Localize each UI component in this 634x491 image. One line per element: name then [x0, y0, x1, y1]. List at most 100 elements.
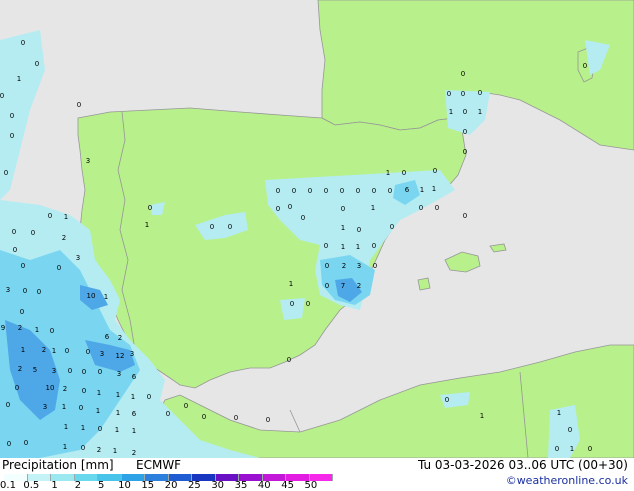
- svg-text:1: 1: [570, 445, 574, 453]
- svg-text:2: 2: [18, 324, 22, 332]
- svg-text:6: 6: [132, 373, 137, 381]
- svg-text:1: 1: [132, 427, 136, 435]
- svg-text:0: 0: [82, 387, 86, 395]
- svg-text:1: 1: [64, 213, 68, 221]
- svg-text:1: 1: [116, 391, 120, 399]
- svg-text:0: 0: [341, 205, 345, 213]
- svg-text:2: 2: [342, 262, 346, 270]
- svg-text:1: 1: [145, 221, 149, 229]
- svg-text:6: 6: [132, 410, 137, 418]
- svg-text:12: 12: [116, 352, 125, 360]
- svg-text:0: 0: [463, 128, 467, 136]
- svg-text:0: 0: [6, 401, 10, 409]
- svg-text:10: 10: [87, 292, 96, 300]
- svg-text:0: 0: [147, 393, 151, 401]
- svg-text:0: 0: [12, 228, 16, 236]
- scale-label: 40: [257, 480, 271, 491]
- svg-text:0: 0: [276, 187, 280, 195]
- svg-text:7: 7: [341, 282, 345, 290]
- svg-text:1: 1: [97, 389, 101, 397]
- svg-text:0: 0: [340, 187, 344, 195]
- svg-text:0: 0: [10, 112, 14, 120]
- credit-link[interactable]: ©weatheronline.co.uk: [506, 474, 628, 487]
- svg-text:2: 2: [357, 282, 361, 290]
- svg-text:2: 2: [97, 446, 101, 454]
- svg-text:0: 0: [68, 367, 72, 375]
- svg-text:0: 0: [81, 444, 85, 452]
- svg-text:0: 0: [306, 300, 310, 308]
- svg-text:0: 0: [37, 288, 41, 296]
- svg-text:1: 1: [35, 326, 39, 334]
- svg-text:0: 0: [24, 439, 28, 447]
- svg-text:1: 1: [96, 407, 100, 415]
- svg-text:6: 6: [105, 333, 110, 341]
- scale-label: 1: [51, 480, 58, 491]
- svg-text:0: 0: [98, 425, 102, 433]
- svg-text:0: 0: [325, 282, 329, 290]
- svg-text:1: 1: [420, 186, 424, 194]
- svg-text:1: 1: [478, 108, 482, 116]
- svg-text:1: 1: [104, 293, 108, 301]
- scale-label: 0.1: [0, 480, 16, 491]
- scale-label: 50: [304, 480, 318, 491]
- svg-text:0: 0: [419, 204, 423, 212]
- svg-text:0: 0: [325, 262, 329, 270]
- valid-time: Tu 03-03-2026 03..06 UTC (00+30): [417, 458, 628, 472]
- scale-label: 45: [281, 480, 294, 491]
- svg-text:1: 1: [557, 409, 561, 417]
- precipitation-map: 001 000 001 002 030 030 0 10 1 092 106 212…: [0, 0, 634, 458]
- svg-text:2: 2: [62, 234, 66, 242]
- svg-text:1: 1: [386, 169, 390, 177]
- svg-text:9: 9: [1, 324, 5, 332]
- svg-text:0: 0: [15, 384, 19, 392]
- svg-text:0: 0: [234, 414, 238, 422]
- svg-text:0: 0: [4, 169, 8, 177]
- svg-text:0: 0: [86, 348, 90, 356]
- scale-label: 10: [118, 480, 131, 491]
- svg-text:5: 5: [33, 366, 37, 374]
- model-name: ECMWF: [136, 458, 182, 472]
- land-ibiza: [417, 277, 431, 291]
- parameter-title: Precipitation [mm]: [2, 458, 114, 472]
- svg-text:3: 3: [117, 370, 121, 378]
- svg-text:0: 0: [276, 205, 280, 213]
- svg-text:0: 0: [31, 229, 35, 237]
- svg-text:1: 1: [341, 243, 345, 251]
- svg-text:3: 3: [6, 286, 10, 294]
- svg-text:0: 0: [98, 368, 102, 376]
- svg-text:1: 1: [289, 280, 293, 288]
- svg-text:1: 1: [21, 346, 25, 354]
- svg-text:3: 3: [43, 403, 47, 411]
- svg-text:1: 1: [371, 204, 375, 212]
- svg-text:0: 0: [555, 445, 559, 453]
- svg-text:0: 0: [568, 426, 572, 434]
- footer-legend: Precipitation [mm] ECMWF Tu 03-03-2026 0…: [0, 458, 634, 491]
- svg-text:0: 0: [202, 413, 206, 421]
- svg-text:0: 0: [266, 416, 270, 424]
- svg-text:1: 1: [64, 423, 68, 431]
- svg-text:0: 0: [287, 356, 291, 364]
- svg-text:0: 0: [57, 264, 61, 272]
- svg-text:1: 1: [81, 424, 85, 432]
- svg-text:0: 0: [372, 187, 376, 195]
- svg-text:0: 0: [10, 132, 14, 140]
- svg-text:0: 0: [292, 187, 296, 195]
- svg-text:0: 0: [301, 214, 305, 222]
- svg-text:0: 0: [390, 223, 394, 231]
- svg-text:0: 0: [356, 187, 360, 195]
- svg-text:0: 0: [324, 242, 328, 250]
- color-scale-labels: 0.1 0.5 1 2 5 10 15 20 25 30 35 40 45 50: [0, 480, 330, 491]
- svg-text:0: 0: [463, 108, 467, 116]
- svg-text:1: 1: [62, 403, 66, 411]
- svg-text:1: 1: [113, 447, 117, 455]
- svg-text:0: 0: [13, 246, 17, 254]
- svg-text:1: 1: [131, 393, 135, 401]
- svg-text:0: 0: [20, 308, 24, 316]
- svg-text:0: 0: [288, 203, 292, 211]
- svg-text:3: 3: [100, 350, 104, 358]
- svg-text:0: 0: [402, 169, 406, 177]
- svg-text:1: 1: [52, 347, 56, 355]
- svg-text:6: 6: [405, 186, 410, 194]
- svg-text:3: 3: [52, 367, 56, 375]
- svg-text:0: 0: [228, 223, 232, 231]
